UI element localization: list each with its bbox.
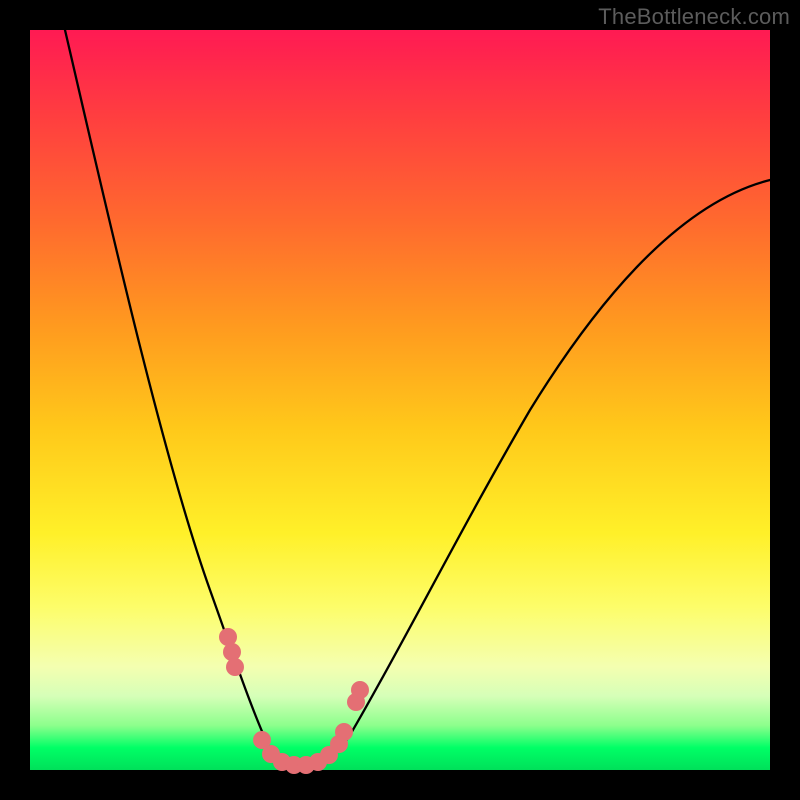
watermark-text: TheBottleneck.com <box>598 4 790 30</box>
bottleneck-curve-left <box>65 30 298 770</box>
chart-svg <box>30 30 770 770</box>
chart-frame: TheBottleneck.com <box>0 0 800 800</box>
sample-points <box>219 628 369 774</box>
bottleneck-curve-right <box>298 180 770 770</box>
